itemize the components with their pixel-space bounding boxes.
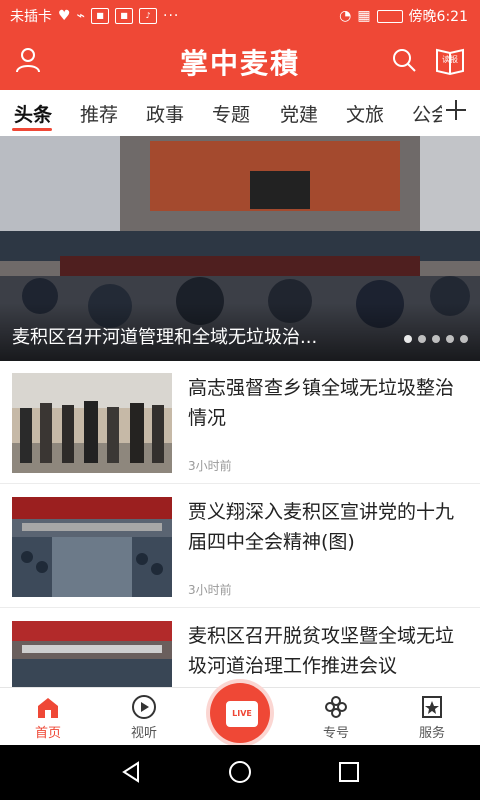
app-icon-3: ♪	[139, 8, 157, 24]
pager-dot[interactable]	[404, 335, 412, 343]
list-item[interactable]: 贾义翔深入麦积区宣讲党的十九届四中全会精神(图) 3小时前	[0, 485, 480, 608]
more-notifications-icon: ···	[163, 8, 180, 24]
nav-channel[interactable]: 专号	[306, 694, 366, 741]
status-right: ◔ ▦ 傍晚6:21	[339, 6, 468, 26]
nav-channel-label: 专号	[322, 726, 349, 741]
play-icon	[131, 694, 157, 720]
hero-carousel[interactable]: 麦积区召开河道管理和全域无垃圾治...	[0, 136, 480, 361]
system-navigation	[0, 745, 480, 800]
read-label: 读报	[442, 55, 458, 64]
news-thumbnail	[12, 497, 172, 597]
news-time: 3小时前	[188, 459, 232, 473]
tab-party[interactable]: 党建	[280, 100, 318, 127]
newspaper-icon[interactable]: 读报	[434, 44, 466, 76]
nav-home[interactable]: 首页	[18, 694, 78, 741]
live-tv-icon: LIVE	[226, 701, 258, 727]
wifi-icon: ◔	[339, 8, 352, 24]
pager-dot[interactable]	[460, 335, 468, 343]
nav-video-label: 视听	[130, 726, 157, 741]
tab-union[interactable]: 公会	[412, 100, 442, 127]
list-item[interactable]: 麦积区召开脱贫攻坚暨全域无垃圾河道治理工作推进会议	[0, 609, 480, 687]
search-icon[interactable]	[388, 44, 420, 76]
tab-culture-travel[interactable]: 文旅	[346, 100, 384, 127]
back-icon[interactable]	[118, 759, 144, 785]
active-tab-indicator	[12, 128, 52, 131]
home-circle-icon[interactable]	[227, 759, 253, 785]
category-tabs: 头条 推荐 政事 专题 党建 文旅 公会	[0, 90, 480, 137]
usb-icon: ⌁	[76, 8, 85, 24]
nav-service[interactable]: 服务	[402, 694, 462, 741]
pager-dot[interactable]	[432, 335, 440, 343]
recents-icon[interactable]	[336, 759, 362, 785]
app-icon-1: ■	[91, 8, 109, 24]
news-time: 3小时前	[188, 583, 232, 597]
hero-caption[interactable]: 麦积区召开河道管理和全域无垃圾治...	[12, 323, 382, 349]
news-title[interactable]: 贾义翔深入麦积区宣讲党的十九届四中全会精神(图)	[188, 497, 468, 557]
nav-video[interactable]: 视听	[114, 694, 174, 741]
live-button[interactable]: LIVE	[210, 683, 270, 743]
heart-icon: ♥	[58, 8, 71, 24]
time-text: 傍晚6:21	[408, 9, 468, 25]
news-title[interactable]: 麦积区召开脱贫攻坚暨全域无垃圾河道治理工作推进会议	[188, 621, 468, 681]
news-list: 高志强督查乡镇全域无垃圾整治情况 3小时前 贾义翔深入麦积区宣讲党的十九届四中全…	[0, 361, 480, 687]
status-bar: 未插卡 ♥ ⌁ ■ ■ ♪ ··· ◔ ▦ 傍晚6:21	[0, 0, 480, 30]
carousel-pager	[404, 335, 468, 343]
pager-dot[interactable]	[418, 335, 426, 343]
status-left: 未插卡 ♥ ⌁ ■ ■ ♪ ···	[10, 6, 179, 26]
add-tab-button[interactable]	[442, 96, 470, 124]
tab-politics[interactable]: 政事	[146, 100, 184, 127]
nav-service-label: 服务	[418, 726, 445, 741]
tab-recommend[interactable]: 推荐	[80, 100, 118, 127]
star-bookmark-icon	[419, 694, 445, 720]
battery-icon	[376, 9, 403, 23]
list-item[interactable]: 高志强督查乡镇全域无垃圾整治情况 3小时前	[0, 361, 480, 484]
pager-dot[interactable]	[446, 335, 454, 343]
signal-icon: ▦	[357, 8, 371, 24]
nav-home-label: 首页	[34, 726, 61, 741]
tab-topics[interactable]: 专题	[212, 100, 250, 127]
flower-icon	[323, 694, 349, 720]
news-thumbnail	[12, 373, 172, 473]
app-icon-2: ■	[115, 8, 133, 24]
home-icon	[35, 694, 61, 720]
news-title[interactable]: 高志强督查乡镇全域无垃圾整治情况	[188, 373, 468, 433]
tab-headline[interactable]: 头条	[14, 100, 52, 127]
news-thumbnail	[12, 621, 172, 687]
app-header: 掌中麦積 读报	[0, 30, 480, 90]
carrier-text: 未插卡	[10, 9, 52, 25]
